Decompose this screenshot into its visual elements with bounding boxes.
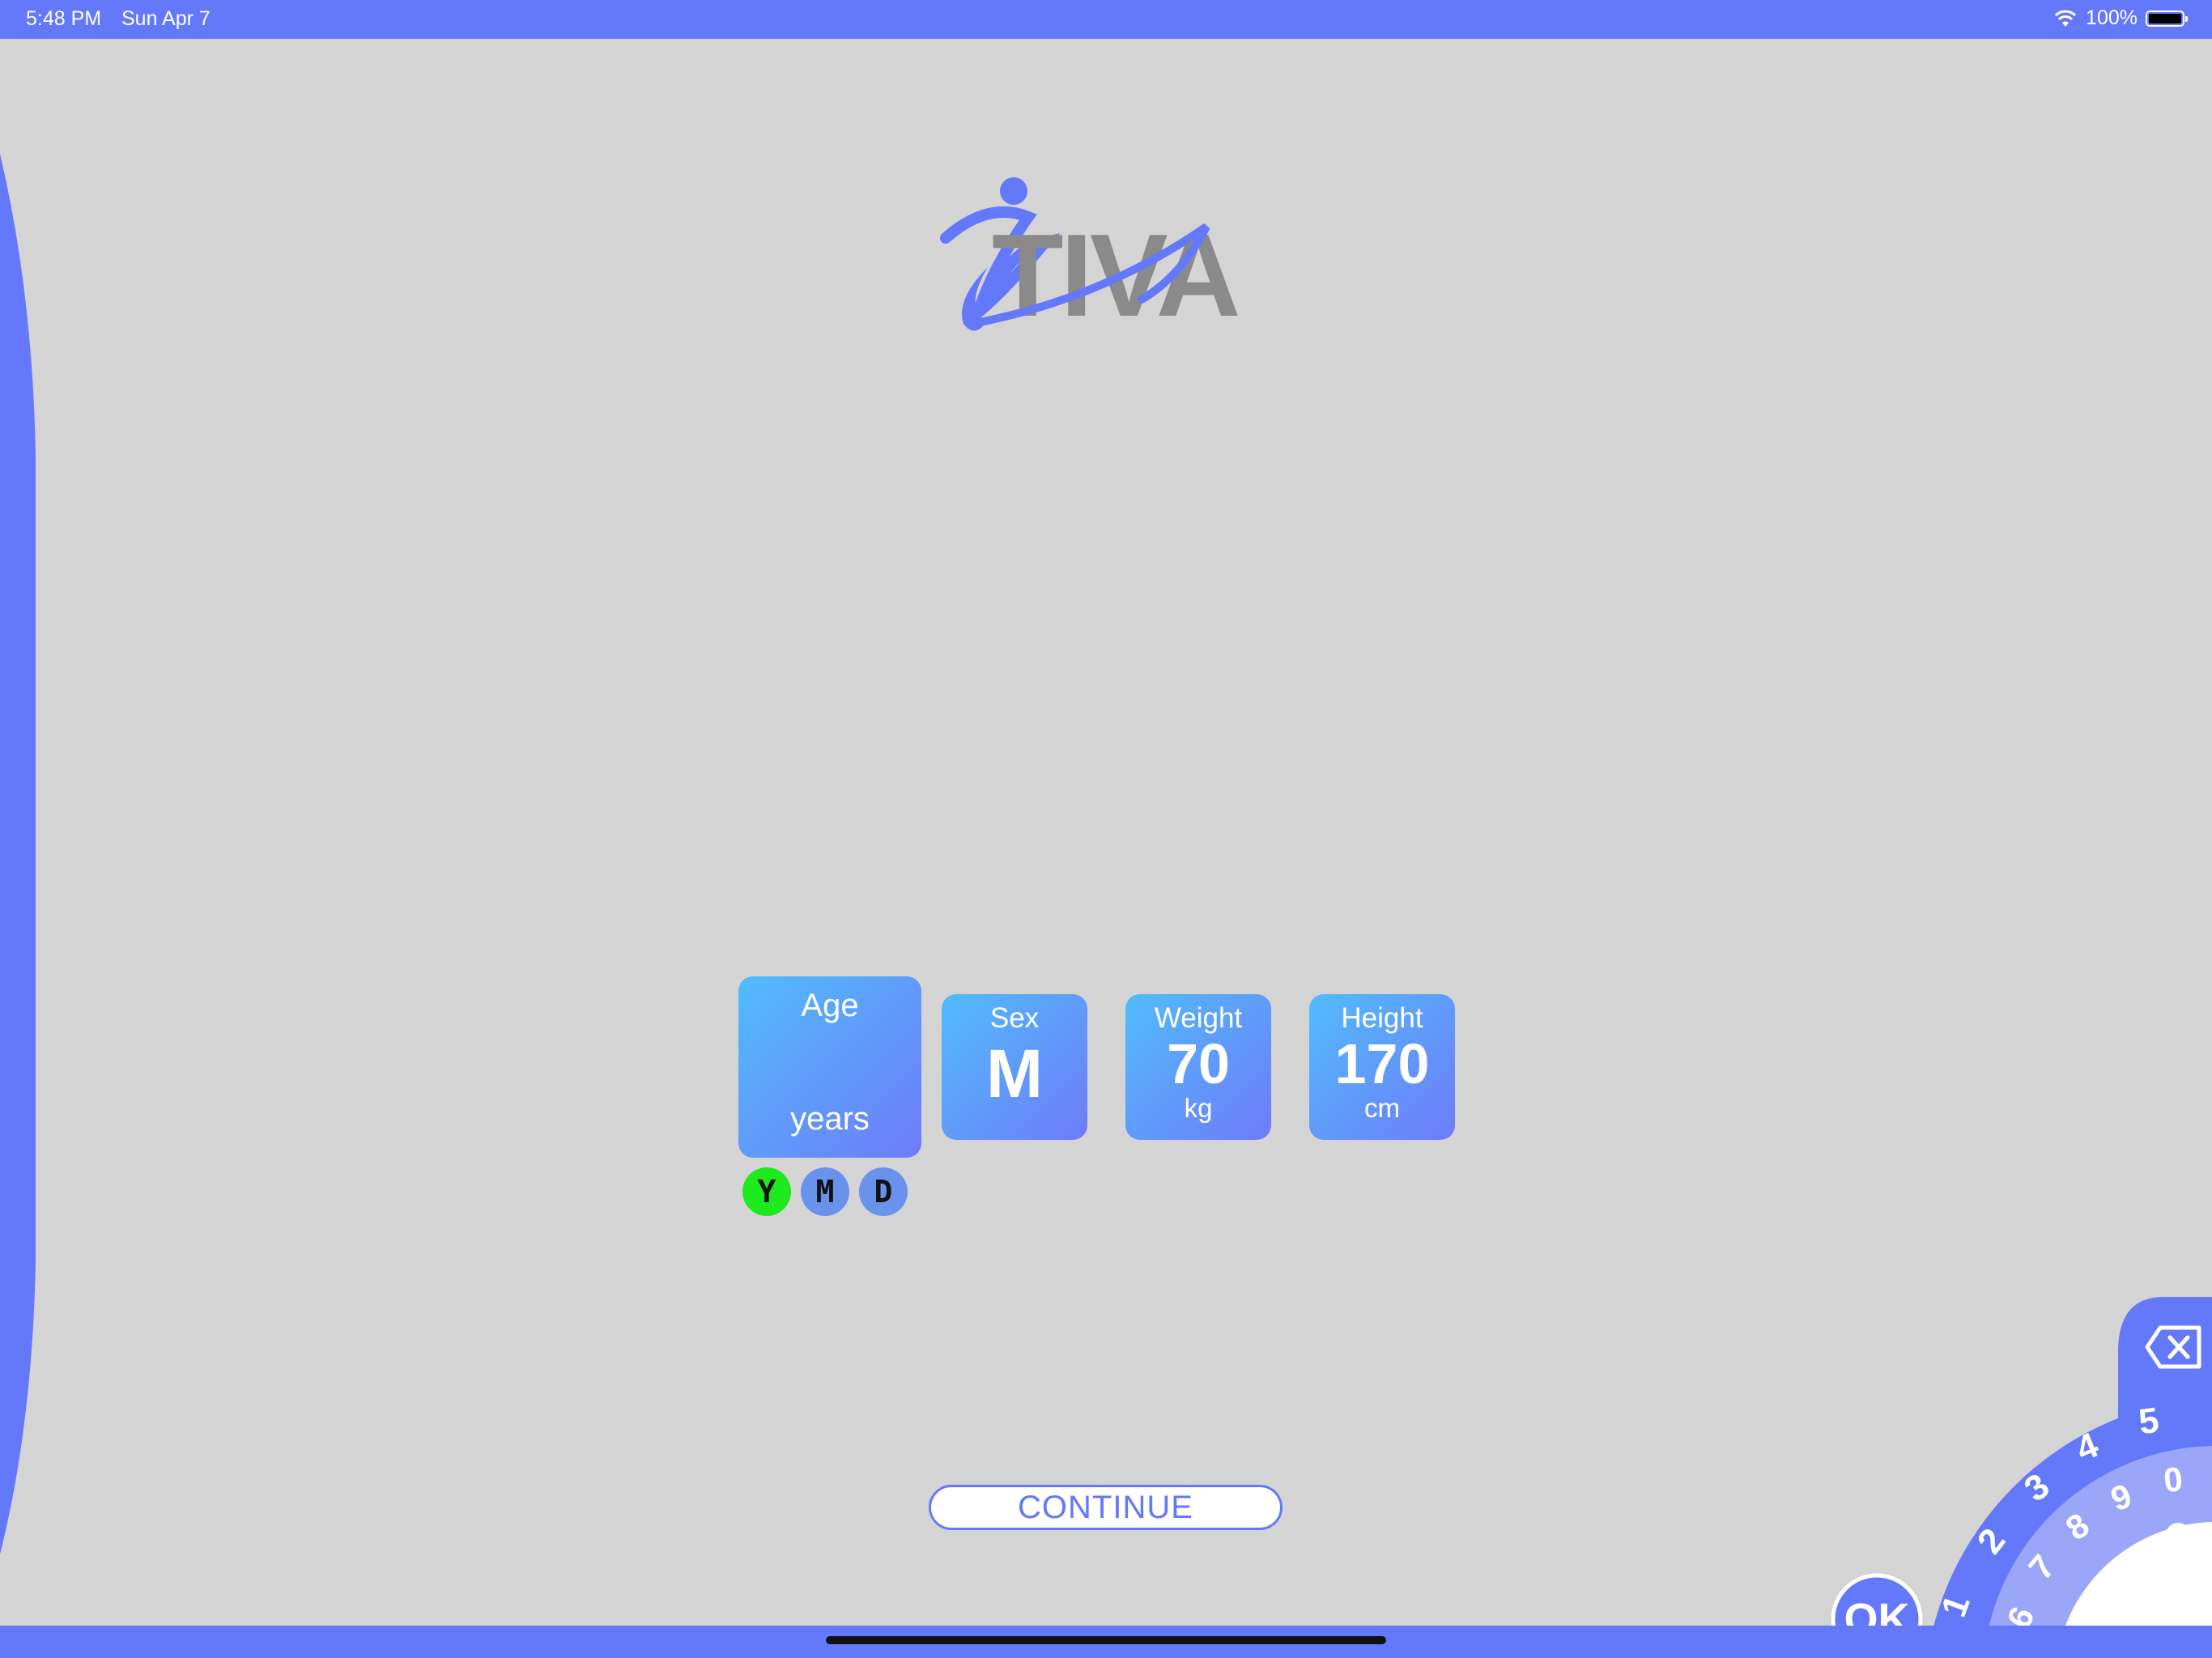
weight-unit: kg bbox=[1184, 1093, 1213, 1123]
tiva-logo: TIVA bbox=[940, 177, 1241, 340]
height-unit: cm bbox=[1364, 1093, 1400, 1123]
sex-label: Sex bbox=[989, 1002, 1040, 1034]
dial-pointer-dot bbox=[2166, 1523, 2190, 1547]
weight-value: 70 bbox=[1167, 1032, 1230, 1095]
dial-digit-0[interactable]: 0 bbox=[2162, 1460, 2184, 1499]
age-unit-months-toggle[interactable]: M bbox=[801, 1167, 849, 1216]
status-right: 100% bbox=[2053, 6, 2188, 30]
number-dial[interactable]: OK 1 2 3 4 5 6 7 8 9 0 bbox=[1814, 1287, 2212, 1658]
age-tile[interactable]: Age years bbox=[738, 976, 921, 1158]
sex-tile[interactable]: Sex M bbox=[942, 994, 1087, 1140]
height-tile[interactable]: Height 170 cm bbox=[1309, 994, 1455, 1140]
wifi-icon bbox=[2054, 10, 2077, 27]
continue-button[interactable]: CONTINUE bbox=[929, 1485, 1283, 1530]
left-edge-decoration bbox=[0, 154, 36, 1554]
weight-tile[interactable]: Weight 70 kg bbox=[1125, 994, 1271, 1140]
battery-icon bbox=[2146, 10, 2188, 27]
battery-percent: 100% bbox=[2086, 6, 2138, 29]
sex-value: M bbox=[986, 1035, 1043, 1112]
age-unit-years-toggle[interactable]: Y bbox=[742, 1167, 791, 1216]
age-unit-days-toggle[interactable]: D bbox=[859, 1167, 908, 1216]
home-indicator[interactable] bbox=[826, 1636, 1386, 1644]
age-label: Age bbox=[801, 988, 859, 1023]
status-bar: 5:48 PM Sun Apr 7 100% bbox=[0, 0, 2212, 39]
height-label: Height bbox=[1341, 1002, 1423, 1034]
age-unit: years bbox=[790, 1101, 870, 1137]
status-date: Sun Apr 7 bbox=[121, 7, 211, 30]
weight-label: Weight bbox=[1154, 1002, 1243, 1034]
height-value: 170 bbox=[1334, 1032, 1430, 1095]
